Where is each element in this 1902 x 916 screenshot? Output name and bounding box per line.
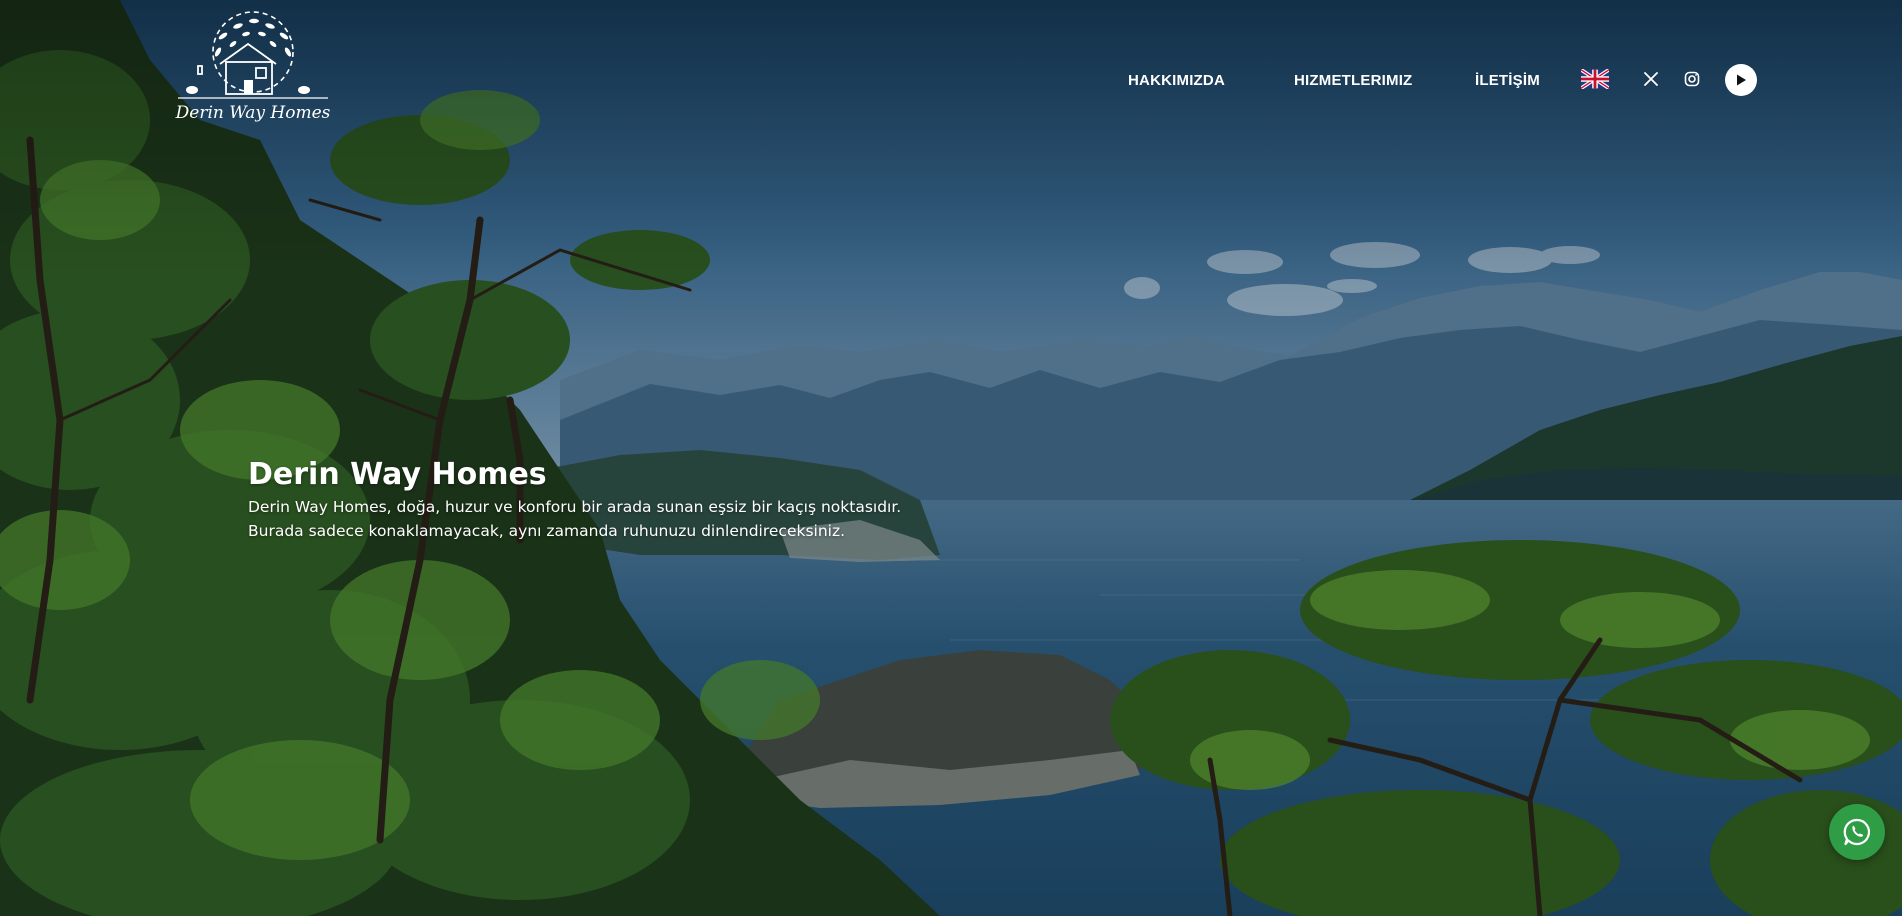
instagram-icon[interactable] <box>1684 71 1700 87</box>
whatsapp-icon <box>1843 818 1871 846</box>
hero-description-line-2: Burada sadece konaklamayacak, aynı zaman… <box>248 522 846 540</box>
logo-wordmark: Derin Way Homes <box>175 103 331 123</box>
x-icon[interactable] <box>1643 71 1659 87</box>
nav-link-hizmetlerimiz[interactable]: HIZMETLERIMIZ <box>1294 72 1412 89</box>
hero-section: Derin Way Homes Derin Way Homes, doğa, h… <box>248 455 948 543</box>
nav-link-hakkimizda[interactable]: HAKKIMIZDA <box>1128 72 1225 89</box>
whatsapp-button[interactable] <box>1829 804 1885 860</box>
uk-flag-icon[interactable] <box>1579 68 1611 90</box>
logo-house-tree-graphic: Derin Way Homes <box>175 11 331 123</box>
site-logo[interactable]: Derin Way Homes <box>158 6 348 156</box>
play-button[interactable] <box>1725 64 1757 96</box>
hero-title: Derin Way Homes <box>248 457 547 492</box>
nav-link-iletisim[interactable]: İLETİŞİM <box>1475 72 1540 89</box>
hero-description-line-1: Derin Way Homes, doğa, huzur ve konforu … <box>248 498 902 516</box>
play-icon <box>1737 74 1746 86</box>
